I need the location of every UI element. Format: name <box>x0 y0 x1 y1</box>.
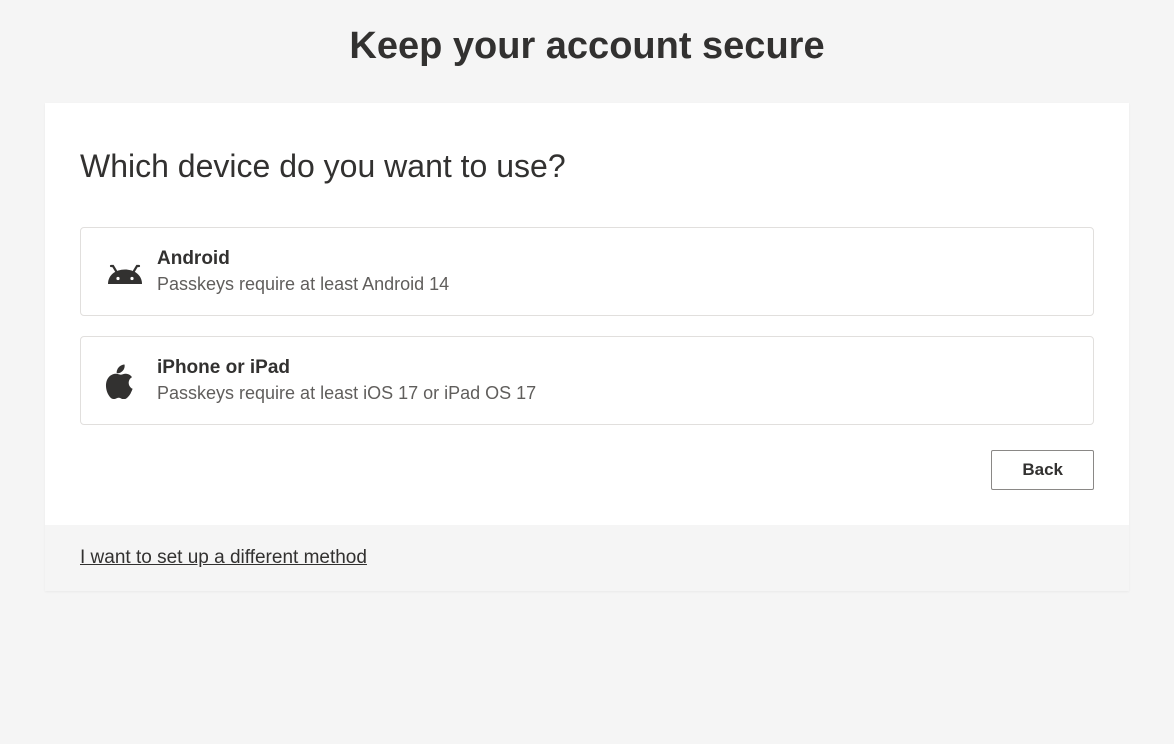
apple-icon <box>105 363 157 399</box>
card-footer: I want to set up a different method <box>45 525 1129 591</box>
device-selection-card: Which device do you want to use? Android… <box>45 103 1129 591</box>
card-actions: Back <box>80 450 1094 490</box>
card-heading: Which device do you want to use? <box>80 148 1094 185</box>
option-android-content: Android Passkeys require at least Androi… <box>157 248 1069 295</box>
different-method-link[interactable]: I want to set up a different method <box>80 547 367 568</box>
option-android-title: Android <box>157 248 1069 270</box>
option-apple[interactable]: iPhone or iPad Passkeys require at least… <box>80 336 1094 425</box>
option-apple-content: iPhone or iPad Passkeys require at least… <box>157 357 1069 404</box>
card-main-content: Which device do you want to use? Android… <box>45 103 1129 525</box>
option-android-subtitle: Passkeys require at least Android 14 <box>157 274 1069 295</box>
android-icon <box>105 260 157 284</box>
option-apple-subtitle: Passkeys require at least iOS 17 or iPad… <box>157 383 1069 404</box>
back-button[interactable]: Back <box>991 450 1094 490</box>
option-android[interactable]: Android Passkeys require at least Androi… <box>80 227 1094 316</box>
option-apple-title: iPhone or iPad <box>157 357 1069 379</box>
page-title: Keep your account secure <box>0 0 1174 103</box>
